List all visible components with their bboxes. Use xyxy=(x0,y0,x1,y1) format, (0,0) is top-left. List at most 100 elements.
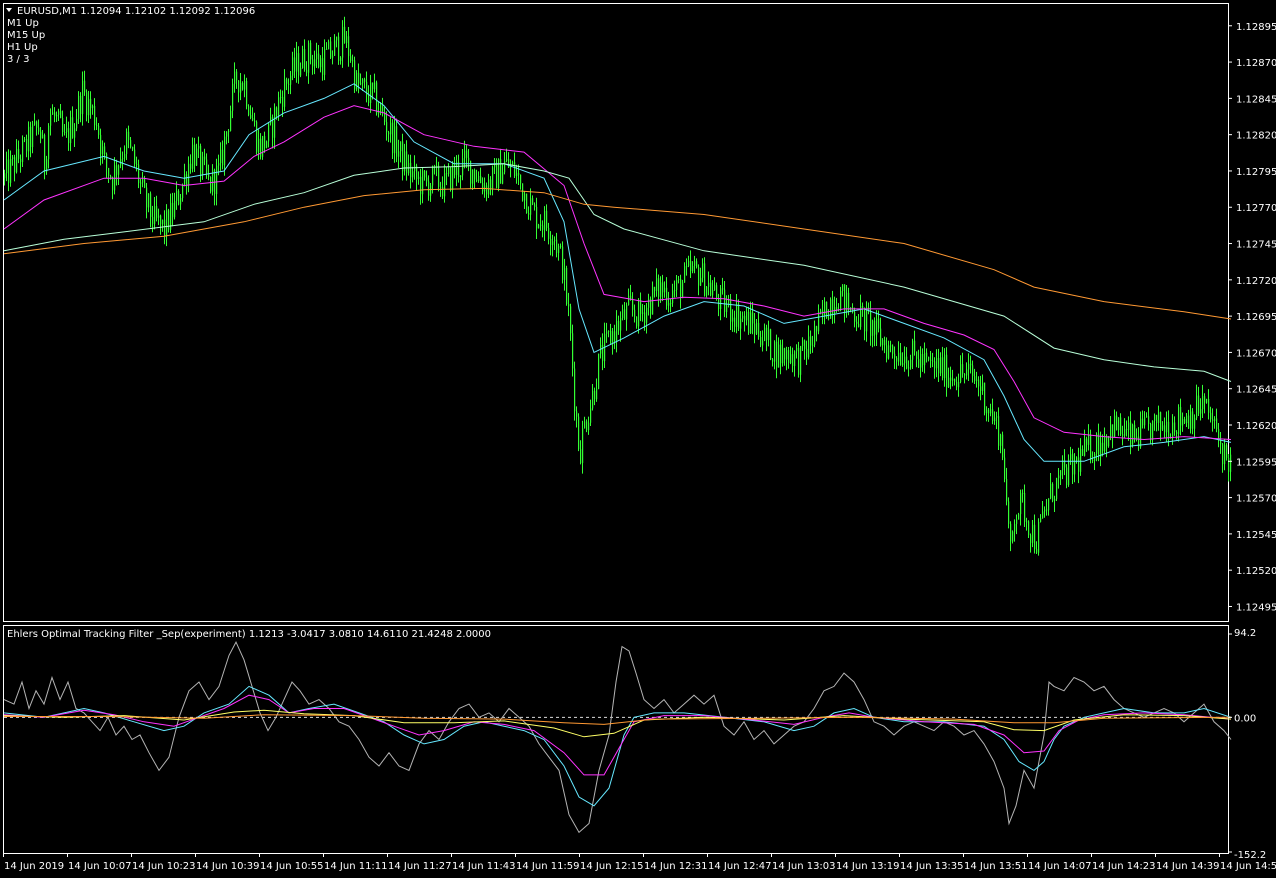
candle-body xyxy=(1000,434,1002,446)
candle-body xyxy=(648,298,650,308)
candle-body xyxy=(1084,438,1086,456)
candle-body xyxy=(1046,509,1048,511)
candle-body xyxy=(658,278,660,297)
candle-body xyxy=(920,353,922,368)
candle-body xyxy=(638,300,640,327)
candle-body xyxy=(868,307,870,312)
candle-body xyxy=(264,136,266,148)
candle-body xyxy=(906,356,908,369)
candle-body xyxy=(716,285,718,299)
candle-body xyxy=(594,390,596,400)
candle-body xyxy=(688,260,690,266)
candle-body xyxy=(16,148,18,173)
candle-body xyxy=(500,159,502,184)
time-tick-label: 14 Jun 10:23 xyxy=(132,861,196,872)
candle-body xyxy=(218,163,220,166)
candle-body xyxy=(748,311,750,334)
candle-body xyxy=(62,118,64,133)
trend-line-m1: M1 Up xyxy=(7,18,39,29)
candle-body xyxy=(562,246,564,280)
candle-body xyxy=(768,329,770,341)
candle-body xyxy=(1022,493,1024,495)
candle-body xyxy=(974,376,976,381)
candle-body xyxy=(18,148,20,159)
candle-body xyxy=(978,379,980,387)
candle-body xyxy=(634,309,636,317)
candle-body xyxy=(930,359,932,361)
candle-body xyxy=(154,206,156,224)
candle-body xyxy=(792,354,794,366)
candle-body xyxy=(1142,418,1144,426)
candle-body xyxy=(140,182,142,184)
candle-body xyxy=(430,185,432,196)
candle-body xyxy=(702,263,704,278)
candle-body xyxy=(668,302,670,306)
candle-body xyxy=(146,187,148,208)
candle-body xyxy=(964,373,966,376)
candle-body xyxy=(1052,483,1054,501)
osc-gray-line xyxy=(3,640,1232,834)
candle-body xyxy=(666,287,668,306)
candle-body xyxy=(60,111,62,119)
candle-body xyxy=(970,363,972,366)
candle-body xyxy=(752,312,754,324)
candle-body xyxy=(156,206,158,218)
candle-body xyxy=(814,326,816,345)
candle-body xyxy=(664,287,666,293)
candle-body xyxy=(262,136,264,157)
candle-body xyxy=(424,170,426,178)
candle-body xyxy=(1120,417,1122,435)
candle-body xyxy=(640,300,642,314)
candle-body xyxy=(448,167,450,174)
candle-body xyxy=(396,126,398,157)
candle-body xyxy=(896,357,898,362)
candle-body xyxy=(372,82,374,90)
candle-body xyxy=(24,138,26,141)
candle-body xyxy=(628,295,630,305)
price-tick-label: 1.12545 xyxy=(1236,530,1276,541)
candle-body xyxy=(1056,478,1058,499)
candle-body xyxy=(624,309,626,320)
candle-body xyxy=(312,59,314,67)
candle-body xyxy=(772,359,774,362)
symbol-header: EURUSD,M1 1.12094 1.12102 1.12092 1.1209… xyxy=(17,6,255,17)
trading-chart[interactable]: EURUSD,M1 1.12094 1.12102 1.12092 1.1209… xyxy=(0,0,1276,878)
candle-body xyxy=(168,210,170,230)
candle-body xyxy=(466,150,468,158)
candle-body xyxy=(126,131,128,154)
candle-body xyxy=(368,95,370,104)
candle-body xyxy=(1030,535,1032,543)
candle-body xyxy=(672,290,674,304)
candle-body xyxy=(76,118,78,129)
candle-body xyxy=(160,215,162,225)
candle-body xyxy=(128,131,130,141)
candle-body xyxy=(490,179,492,189)
candle-body xyxy=(950,377,952,381)
candle-body xyxy=(14,157,16,173)
candle-body xyxy=(582,428,584,463)
sub-panel-frame[interactable] xyxy=(3,625,1229,854)
candle-body xyxy=(320,58,322,68)
candle-body xyxy=(36,121,38,128)
candle-body xyxy=(82,80,84,115)
candle-body xyxy=(236,71,238,81)
candle-body xyxy=(1182,418,1184,426)
candle-body xyxy=(802,340,804,347)
candle-body xyxy=(268,123,270,142)
candle-body xyxy=(188,163,190,186)
candle-body xyxy=(258,138,260,153)
candle-body xyxy=(316,53,318,60)
candle-body xyxy=(4,173,6,179)
candle-body xyxy=(534,204,536,207)
candle-body xyxy=(798,347,800,375)
candle-body xyxy=(90,98,92,109)
dropdown-triangle-icon[interactable] xyxy=(6,8,12,12)
candle-body xyxy=(390,122,392,135)
candle-body xyxy=(464,150,466,159)
candle-body xyxy=(900,352,902,365)
candle-body xyxy=(356,72,358,90)
candle-body xyxy=(1186,415,1188,423)
price-tick-label: 1.12695 xyxy=(1236,312,1276,323)
candle-body xyxy=(732,317,734,322)
candle-body xyxy=(176,190,178,201)
